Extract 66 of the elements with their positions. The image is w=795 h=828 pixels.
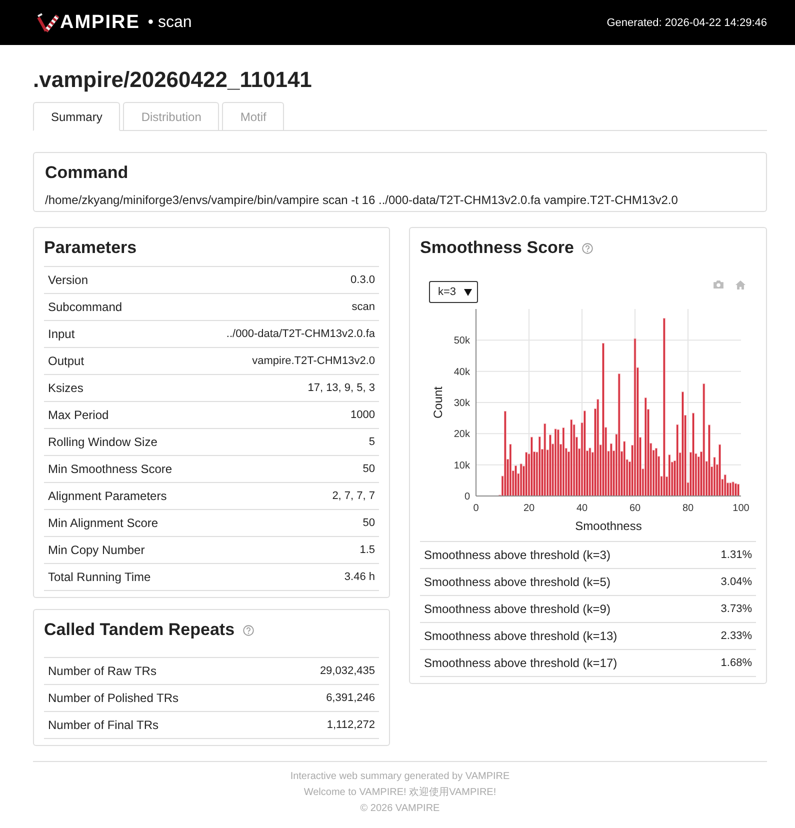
parameter-name: Min Copy Number (44, 536, 198, 564)
stat-value: 1.68% (701, 650, 756, 676)
parameter-name: Rolling Window Size (44, 428, 198, 456)
x-axis-title: Smoothness (575, 519, 642, 533)
parameter-name: Min Smoothness Score (44, 456, 198, 482)
metric-value: 1,112,272 (274, 712, 379, 738)
x-tick-label: 20 (523, 503, 535, 514)
stat-label: Smoothness above threshold (k=3) (420, 542, 702, 568)
y-tick-label: 20k (454, 429, 470, 440)
card-title: Called Tandem Repeats (44, 620, 235, 640)
x-tick-label: 80 (682, 503, 694, 514)
logo-text: AMPIRE (60, 12, 140, 34)
parameter-value: vampire.T2T-CHM13v2.0 (197, 348, 379, 374)
parameter-value: 17, 13, 9, 5, 3 (197, 374, 379, 402)
stat-value: 3.04% (701, 568, 756, 596)
x-tick-label: 40 (576, 503, 588, 514)
metric-name: Number of Final TRs (44, 712, 274, 738)
page-title: .vampire/20260422_110141 (33, 67, 312, 93)
parameter-value: 2, 7, 7, 7 (197, 482, 379, 510)
y-axis-title: Count (431, 386, 445, 419)
parameter-value: 1.5 (197, 536, 379, 564)
y-tick-label: 30k (454, 398, 470, 409)
stat-label: Smoothness above threshold (k=13) (420, 622, 702, 650)
parameter-value: scan (197, 294, 379, 320)
parameter-name: Ksizes (44, 374, 198, 402)
y-tick-label: 0 (464, 492, 470, 502)
y-tick-label: 40k (454, 366, 470, 378)
parameter-name: Min Alignment Score (44, 510, 198, 536)
app-subtitle: • scan (148, 12, 192, 32)
parameter-value: 3.46 h (197, 564, 379, 590)
parameter-value: ../000-data/T2T-CHM13v2.0.fa (197, 320, 379, 348)
y-tick-label: 50k (454, 336, 470, 347)
parameter-name: Subcommand (44, 294, 198, 320)
x-tick-label: 100 (732, 503, 750, 514)
metric-value: 6,391,246 (274, 684, 379, 712)
generated-timestamp: Generated: 2026-04-22 14:29:46 (606, 16, 767, 30)
metric-name: Number of Raw TRs (44, 658, 274, 684)
footer-text: © 2026 VAMPIRE (360, 803, 440, 814)
x-tick-label: 60 (629, 503, 641, 514)
parameter-name: Input (44, 320, 198, 348)
y-tick-label: 10k (454, 460, 470, 472)
parameter-name: Total Running Time (44, 564, 198, 590)
stat-value: 1.31% (701, 542, 756, 568)
parameter-value: 50 (197, 456, 379, 482)
stat-value: 3.73% (701, 596, 756, 622)
stat-label: Smoothness above threshold (k=17) (420, 650, 702, 676)
parameter-name: Version (44, 266, 198, 294)
command-text: /home/zkyang/miniforge3/envs/vampire/bin/vampire scan -t 16 ../000-data/T2T-CHM13v2.0.fa vampire.T2T-CHM13v2.0 (45, 192, 679, 208)
parameter-value: 50 (197, 510, 379, 536)
parameter-value: 5 (197, 428, 379, 456)
parameter-value: 0.3.0 (197, 266, 379, 294)
parameter-name: Max Period (44, 402, 198, 428)
footer-text: Interactive web summary generated by VAMPIRE (290, 771, 510, 782)
x-tick-label: 0 (473, 503, 479, 514)
parameter-value: 1000 (197, 402, 379, 428)
footer-text: Welcome to VAMPIRE! 欢迎使用VAMPIRE! (304, 787, 496, 798)
metric-value: 29,032,435 (274, 658, 379, 684)
metric-name: Number of Polished TRs (44, 684, 274, 712)
stat-value: 2.33% (701, 622, 756, 650)
card-title: Parameters (44, 238, 138, 258)
parameter-name: Alignment Parameters (44, 482, 198, 510)
parameter-name: Output (44, 348, 198, 374)
stat-label: Smoothness above threshold (k=9) (420, 596, 702, 622)
card-title: Command (45, 163, 130, 183)
card-title: Smoothness Score (420, 238, 574, 258)
stat-label: Smoothness above threshold (k=5) (420, 568, 702, 596)
